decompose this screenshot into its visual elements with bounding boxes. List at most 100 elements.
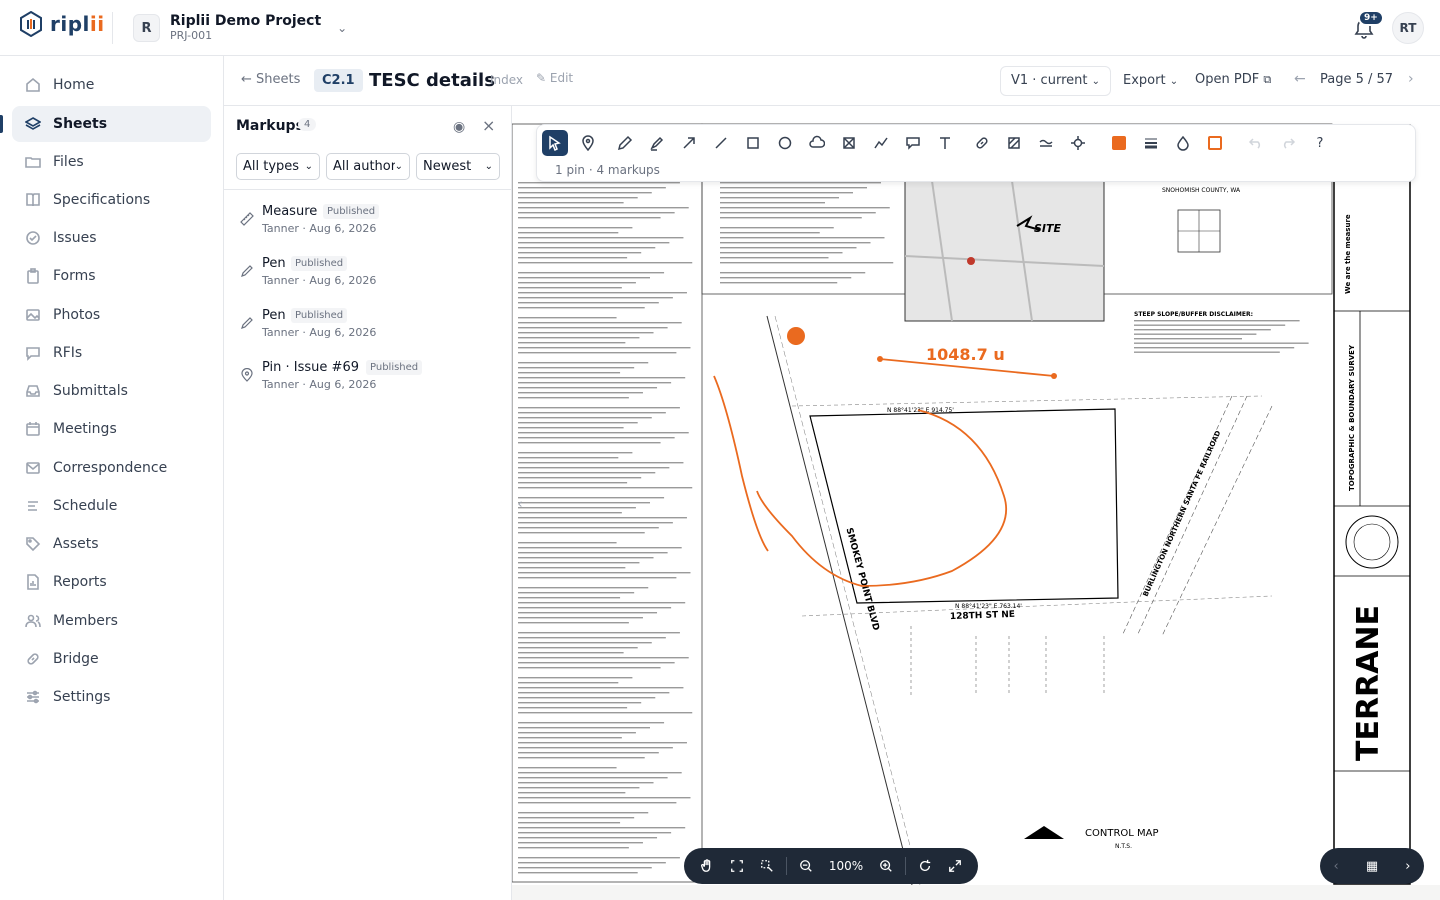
sidebar-item-reports[interactable]: Reports — [12, 564, 211, 600]
pen-markup[interactable] — [756, 409, 1008, 587]
note-line — [518, 322, 682, 324]
prev-thumbnail-button[interactable]: ‹ — [1334, 859, 1339, 874]
sort-select[interactable]: Newest ⌄ — [416, 153, 500, 180]
pen-tool-button[interactable] — [612, 130, 638, 156]
line-tool-button[interactable] — [708, 130, 734, 156]
previous-page-button[interactable]: ← — [1294, 71, 1306, 87]
zoom-level[interactable]: 100% — [821, 859, 871, 873]
note-line — [518, 847, 629, 849]
next-thumbnail-button[interactable]: › — [1405, 859, 1410, 874]
markup-item[interactable]: Pin · Issue #69 Published Tanner · Aug 6… — [236, 360, 502, 408]
eye-icon[interactable]: ◉ — [453, 119, 465, 135]
polyline-tool-button[interactable] — [868, 130, 894, 156]
help-button[interactable]: ? — [1307, 130, 1333, 156]
markup-layer[interactable]: 1048.7 u — [713, 327, 1057, 587]
text-tool-button[interactable] — [932, 130, 958, 156]
sheet-canvas[interactable]: SITE SNOHOMISH COUNTY, WA STEEP SLOPE/BU… — [512, 106, 1440, 900]
measure-label: 1048.7 u — [926, 345, 1005, 364]
sidebar-item-home[interactable]: Home — [12, 67, 211, 103]
note-line — [518, 822, 621, 824]
fit-page-button[interactable] — [722, 851, 752, 881]
zoom-out-button[interactable] — [791, 851, 821, 881]
edit-label: Edit — [549, 71, 574, 85]
sidebar-item-assets[interactable]: Assets — [12, 526, 211, 562]
note-line — [518, 547, 682, 549]
wave-tool-button[interactable] — [1033, 130, 1059, 156]
sidebar-item-correspondence[interactable]: Correspondence — [12, 450, 211, 486]
user-avatar[interactable]: RT — [1392, 12, 1424, 44]
author-filter-select[interactable]: All authors⌄ — [326, 153, 410, 180]
note-line — [518, 202, 624, 204]
sidebar-item-meetings[interactable]: Meetings — [12, 411, 211, 447]
stroke-color-button[interactable] — [1106, 130, 1132, 156]
sidebar-item-specifications[interactable]: Specifications — [12, 182, 211, 218]
rectangle-tool-button[interactable] — [740, 130, 766, 156]
export-button[interactable]: Export ⌄ — [1123, 73, 1178, 88]
highlighter-tool-button[interactable] — [644, 130, 670, 156]
callout-tool-button[interactable] — [900, 130, 926, 156]
ellipse-tool-button[interactable] — [772, 130, 798, 156]
sidebar-item-label: Forms — [53, 268, 96, 284]
sidebar-item-schedule[interactable]: Schedule — [12, 488, 211, 524]
stroke-width-button[interactable] — [1138, 130, 1164, 156]
pan-tool-button[interactable] — [692, 851, 722, 881]
opacity-button[interactable] — [1170, 130, 1196, 156]
sheet-index-link[interactable]: Index — [490, 73, 523, 87]
link-tool-button[interactable] — [969, 130, 995, 156]
note-line — [518, 427, 624, 429]
version-select[interactable]: V1 · current ⌄ — [1000, 66, 1111, 96]
close-icon[interactable]: × — [482, 116, 495, 135]
zoom-in-button[interactable] — [871, 851, 901, 881]
sidebar-item-bridge[interactable]: Bridge — [12, 641, 211, 677]
app-logo[interactable]: riplii — [20, 11, 105, 37]
collapse-panel-button[interactable]: ‹ — [512, 490, 528, 518]
note-line — [518, 607, 672, 609]
note-line — [518, 612, 658, 614]
fill-swatch-icon — [1208, 136, 1222, 150]
pin-tool-button[interactable] — [575, 130, 601, 156]
note-line — [518, 462, 684, 464]
calibrate-tool-button[interactable] — [1065, 130, 1091, 156]
rotate-button[interactable] — [910, 851, 940, 881]
x-box-tool-button[interactable] — [836, 130, 862, 156]
edit-sheet-button[interactable]: ✎ Edit — [536, 71, 573, 85]
fullscreen-button[interactable] — [940, 851, 970, 881]
cloud-tool-button[interactable] — [804, 130, 830, 156]
sidebar-item-label: Schedule — [53, 498, 118, 514]
redo-button[interactable] — [1275, 130, 1301, 156]
divider — [112, 12, 113, 44]
external-link-icon: ⧉ — [1263, 73, 1272, 86]
open-pdf-button[interactable]: Open PDF ⧉ — [1195, 72, 1271, 87]
sidebar-item-settings[interactable]: Settings — [12, 679, 211, 715]
pen-markup[interactable] — [713, 375, 769, 552]
grid-icon[interactable]: ▦ — [1366, 859, 1378, 874]
back-to-sheets-link[interactable]: ← Sheets — [241, 72, 300, 87]
tagline-text: We are the measure — [1344, 214, 1352, 294]
page-indicator: Page 5 / 57 — [1320, 72, 1394, 87]
sidebar-item-issues[interactable]: Issues — [12, 220, 211, 256]
sidebar-item-forms[interactable]: Forms — [12, 258, 211, 294]
select-tool-button[interactable] — [542, 130, 568, 156]
hatch-tool-button[interactable] — [1001, 130, 1027, 156]
next-page-button[interactable]: › — [1408, 71, 1414, 87]
sidebar-item-files[interactable]: Files — [12, 144, 211, 180]
zoom-area-button[interactable] — [752, 851, 782, 881]
markup-item[interactable]: Pen Published Tanner · Aug 6, 2026 — [236, 308, 502, 356]
sidebar-item-members[interactable]: Members — [12, 603, 211, 639]
back-label: Sheets — [256, 72, 301, 87]
tag-icon — [26, 537, 41, 552]
note-line — [518, 422, 638, 424]
project-switcher[interactable]: R Riplii Demo Project PRJ-001 ⌄ — [133, 13, 347, 43]
fill-color-button[interactable] — [1202, 130, 1228, 156]
arrow-tool-button[interactable] — [676, 130, 702, 156]
undo-button[interactable] — [1243, 130, 1269, 156]
markup-item[interactable]: Pen Published Tanner · Aug 6, 2026 — [236, 256, 502, 304]
sidebar-item-submittals[interactable]: Submittals — [12, 373, 211, 409]
type-filter-select[interactable]: All types ⌄ — [236, 153, 320, 180]
sidebar-item-sheets[interactable]: Sheets — [12, 106, 211, 142]
drawing-sheet[interactable]: SITE SNOHOMISH COUNTY, WA STEEP SLOPE/BU… — [512, 106, 1440, 885]
markup-item[interactable]: Measure Published Tanner · Aug 6, 2026 — [236, 204, 502, 252]
sidebar-item-photos[interactable]: Photos — [12, 297, 211, 333]
note-line — [518, 722, 665, 724]
sidebar-item-rfis[interactable]: RFIs — [12, 335, 211, 371]
